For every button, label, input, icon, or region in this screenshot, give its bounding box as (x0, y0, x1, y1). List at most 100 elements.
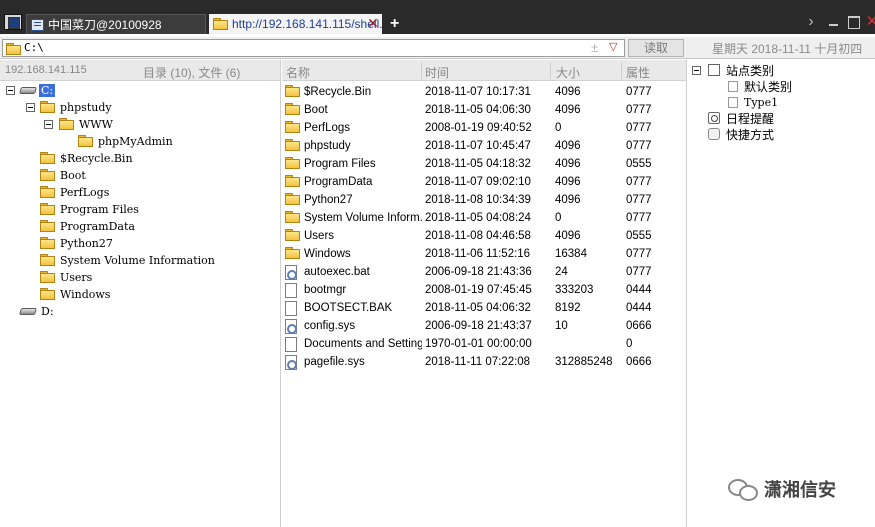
column-divider[interactable] (421, 62, 422, 79)
folder-icon (40, 254, 55, 266)
read-button[interactable]: 读取 (628, 39, 684, 57)
collapse-toggle[interactable] (26, 103, 35, 112)
file-time: 2018-11-07 10:45:47 (425, 140, 531, 152)
folder-icon (40, 271, 55, 283)
tree-item-schedule[interactable]: 日程提醒 (708, 110, 774, 126)
file-size: 10 (555, 320, 568, 332)
file-row[interactable]: Python27 2018-11-08 10:34:39 4096 0777 (282, 192, 686, 210)
collapse-toggle[interactable] (6, 86, 15, 95)
maximize-button[interactable] (845, 14, 861, 30)
tree-item-recycle-bin[interactable]: $Recycle.Bin (40, 150, 133, 166)
tree-item-label: PerfLogs (60, 185, 110, 199)
tree-item-site-category[interactable]: 站点类别 (708, 62, 774, 78)
file-row[interactable]: Users 2018-11-08 04:46:58 4096 0555 (282, 228, 686, 246)
file-time: 2008-01-19 07:45:45 (425, 284, 532, 296)
upload-icon[interactable]: ± (591, 40, 598, 55)
file-attr: 0666 (626, 356, 652, 368)
tree-item-python27[interactable]: Python27 (40, 235, 113, 251)
path-value: C:\ (24, 41, 44, 54)
file-icon (285, 283, 297, 298)
file-row[interactable]: Windows 2018-11-06 11:52:16 16384 0777 (282, 246, 686, 264)
tree-item-drive-c[interactable]: C: (20, 82, 56, 98)
tab-close-icon[interactable]: ✕ (365, 15, 381, 31)
tree-item-shortcuts[interactable]: 快捷方式 (708, 126, 774, 142)
folder-icon (40, 169, 55, 181)
file-time: 2006-09-18 21:43:37 (425, 320, 532, 332)
folder-icon (40, 203, 55, 215)
file-time: 2018-11-05 04:06:32 (425, 302, 531, 314)
tree-item-drive-d[interactable]: D: (20, 303, 54, 319)
file-name: Documents and Settings (304, 338, 422, 350)
collapse-toggle[interactable] (44, 120, 53, 129)
file-row[interactable]: ProgramData 2018-11-07 09:02:10 4096 077… (282, 174, 686, 192)
file-time: 2008-01-19 09:40:52 (425, 122, 532, 134)
tree-item-www[interactable]: WWW (59, 116, 113, 132)
tree-item-label: Type1 (744, 95, 779, 109)
tree-item-system-volume-information[interactable]: System Volume Information (40, 252, 215, 268)
file-row[interactable]: PerfLogs 2008-01-19 09:40:52 0 0777 (282, 120, 686, 138)
file-name: Windows (304, 248, 351, 260)
column-header-time[interactable]: 时间 (425, 64, 449, 81)
tree-item-label: ProgramData (60, 219, 135, 233)
file-row[interactable]: $Recycle.Bin 2018-11-07 10:17:31 4096 07… (282, 84, 686, 102)
file-attr: 0777 (626, 248, 652, 260)
file-time: 2018-11-08 04:46:58 (425, 230, 531, 242)
file-row[interactable]: config.sys 2006-09-18 21:43:37 10 0666 (282, 318, 686, 336)
tree-item-program-files[interactable]: Program Files (40, 201, 139, 217)
file-attr: 0444 (626, 302, 652, 314)
file-time: 2018-11-11 07:22:08 (425, 356, 531, 368)
column-divider[interactable] (621, 62, 622, 79)
file-row[interactable]: Program Files 2018-11-05 04:18:32 4096 0… (282, 156, 686, 174)
minimize-button[interactable] (826, 14, 842, 30)
path-input[interactable]: C:\ ± ▽ (2, 39, 625, 57)
chevron-down-icon[interactable]: ▽ (609, 40, 617, 53)
tree-item-label: 默认类别 (744, 79, 793, 94)
column-header-attr[interactable]: 属性 (626, 64, 650, 81)
file-row[interactable]: autoexec.bat 2006-09-18 21:43:36 24 0777 (282, 264, 686, 282)
new-tab-button[interactable]: + (390, 14, 404, 34)
file-row[interactable]: BOOTSECT.BAK 2018-11-05 04:06:32 8192 04… (282, 300, 686, 318)
tree-item-users[interactable]: Users (40, 269, 92, 285)
folder-icon (78, 135, 93, 147)
file-name: PerfLogs (304, 122, 351, 134)
column-header-name[interactable]: 名称 (286, 64, 310, 81)
file-time: 2006-09-18 21:43:36 (425, 266, 532, 278)
tree-item-windows[interactable]: Windows (40, 286, 110, 302)
file-name: autoexec.bat (304, 266, 370, 278)
file-row[interactable]: phpstudy 2018-11-07 10:45:47 4096 0777 (282, 138, 686, 156)
file-time: 2018-11-06 11:52:16 (425, 248, 531, 260)
file-attr: 0777 (626, 122, 652, 134)
tree-item-default-category[interactable]: 默认类别 (728, 78, 792, 94)
file-list-header: 名称 时间 大小 属性 (282, 60, 686, 81)
file-size: 4096 (555, 140, 581, 152)
file-row[interactable]: System Volume Inform... 2018-11-05 04:08… (282, 210, 686, 228)
file-name: $Recycle.Bin (304, 86, 372, 98)
tab-shell[interactable]: http://192.168.141.115/shell.... (209, 14, 382, 34)
tree-item-type1[interactable]: Type1 (728, 94, 778, 110)
file-row[interactable]: Documents and Settings 1970-01-01 00:00:… (282, 336, 686, 354)
tree-item-label: $Recycle.Bin (60, 151, 133, 165)
file-size: 4096 (555, 176, 581, 188)
folder-icon (40, 152, 55, 164)
tree-item-phpmyadmin[interactable]: phpMyAdmin (78, 133, 173, 149)
close-window-button[interactable]: ✕ (864, 14, 875, 30)
tree-item-programdata[interactable]: ProgramData (40, 218, 135, 234)
tree-item-phpstudy[interactable]: phpstudy (40, 99, 112, 115)
tree-item-perflogs[interactable]: PerfLogs (40, 184, 109, 200)
tree-item-boot[interactable]: Boot (40, 167, 86, 183)
file-size: 16384 (555, 248, 587, 260)
file-row[interactable]: pagefile.sys 2018-11-11 07:22:08 3128852… (282, 354, 686, 372)
column-divider[interactable] (550, 62, 551, 79)
file-name: phpstudy (304, 140, 351, 152)
file-attr: 0666 (626, 320, 652, 332)
dir-file-count: 目录 (10), 文件 (6) (143, 66, 241, 80)
file-row[interactable]: bootmgr 2008-01-19 07:45:45 333203 0444 (282, 282, 686, 300)
file-row[interactable]: Boot 2018-11-05 04:06:30 4096 0777 (282, 102, 686, 120)
category-icon (708, 64, 720, 76)
folder-icon (285, 193, 300, 205)
file-icon (285, 301, 297, 316)
chevron-right-icon[interactable]: › (803, 14, 819, 30)
collapse-toggle[interactable] (692, 66, 701, 75)
tab-main[interactable]: 中国菜刀@20100928 (26, 14, 206, 34)
column-header-size[interactable]: 大小 (556, 64, 580, 81)
